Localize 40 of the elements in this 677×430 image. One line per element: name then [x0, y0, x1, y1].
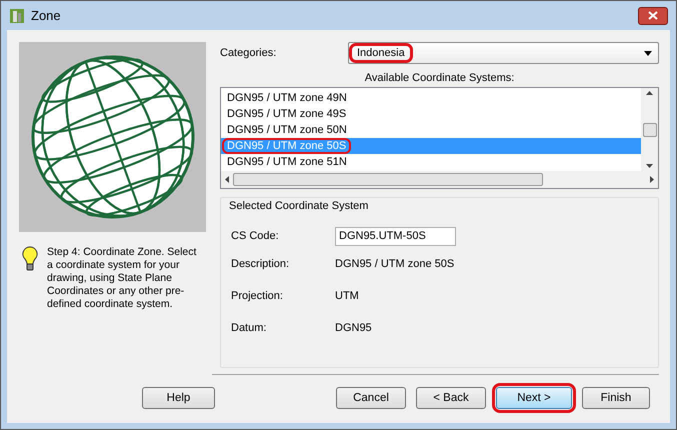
window-title: Zone — [31, 8, 62, 23]
scrollbar-thumb[interactable] — [642, 122, 656, 136]
lightbulb-icon — [21, 246, 39, 272]
field-label: Description: — [231, 258, 290, 270]
dropdown-value: Indonesia — [349, 43, 413, 63]
field-value: DGN95 / UTM zone 50S — [335, 258, 454, 270]
list-item[interactable]: DGN95 / UTM zone 51N — [221, 154, 641, 170]
dialog-button[interactable]: Help — [142, 387, 215, 409]
cs-code-field[interactable]: DGN95.UTM-50S — [335, 226, 456, 246]
group-title: Selected Coordinate System — [229, 200, 370, 212]
dialog-button[interactable]: Finish — [582, 387, 650, 409]
scroll-left-icon[interactable] — [225, 176, 229, 183]
field-value: DGN95 — [335, 322, 372, 334]
list-item-label: DGN95 / UTM zone 50S — [222, 138, 352, 154]
list-item[interactable]: DGN95 / UTM zone 50N — [221, 122, 641, 138]
dialog-button[interactable]: Cancel — [336, 387, 406, 409]
list-item-label: DGN95 / UTM zone 50N — [226, 123, 348, 138]
categories-dropdown[interactable]: Indonesia — [348, 42, 659, 64]
field-label: CS Code: — [231, 230, 280, 242]
dialog-button[interactable]: < Back — [416, 387, 486, 409]
categories-label: Categories: — [220, 47, 278, 59]
list-item-label: DGN95 / UTM zone 49S — [226, 107, 348, 122]
list-item-label: DGN95 / UTM zone 49N — [226, 91, 348, 106]
close-button[interactable] — [638, 6, 668, 24]
field-label: Datum: — [231, 322, 268, 334]
list-item[interactable]: DGN95 / UTM zone 49N — [221, 90, 641, 106]
field-label: Projection: — [231, 290, 284, 302]
scrollbar-thumb[interactable] — [233, 173, 543, 186]
scroll-right-icon[interactable] — [650, 176, 654, 183]
dropdown-arrow-icon — [644, 50, 652, 56]
scroll-down-icon[interactable] — [646, 164, 653, 168]
field-value: UTM — [335, 290, 359, 302]
step-description: Step 4: Coordinate Zone. Select a coordinate system for your drawing, using State Plane Coordinates or any other pre-defined coordinate system. — [47, 246, 198, 311]
app-icon — [9, 8, 25, 24]
close-icon — [648, 11, 658, 20]
scroll-up-icon[interactable] — [646, 91, 653, 95]
list-item[interactable]: DGN95 / UTM zone 49S — [221, 106, 641, 122]
available-systems-label: Available Coordinate Systems: — [364, 72, 516, 84]
list-item-label: DGN95 / UTM zone 51N — [226, 155, 348, 170]
dialog-button[interactable]: Next > — [496, 387, 572, 409]
